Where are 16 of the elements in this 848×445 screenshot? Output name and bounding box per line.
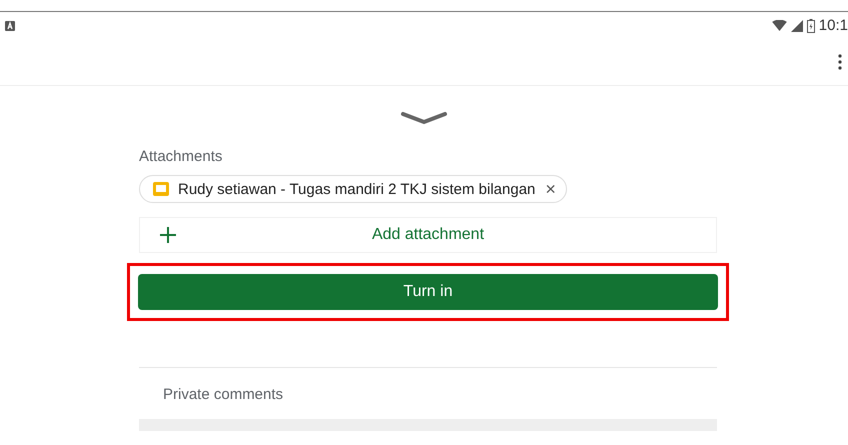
- turn-in-button[interactable]: Turn in: [138, 274, 718, 310]
- attachment-chip[interactable]: Rudy setiawan - Tugas mandiri 2 TKJ sistem bilangan ×: [139, 175, 567, 203]
- notification-icon: [5, 20, 15, 30]
- remove-button[interactable]: ×: [543, 180, 558, 198]
- add-attachment-button[interactable]: Add attachment: [139, 217, 717, 253]
- more-options-icon[interactable]: [838, 54, 842, 70]
- plus-icon: [160, 227, 176, 243]
- battery-icon: [806, 18, 815, 32]
- private-comments-heading: Private comments: [162, 385, 284, 403]
- status-time: 10:1: [818, 17, 848, 34]
- attachments-heading: Attachments: [139, 148, 224, 165]
- signal-icon: [790, 20, 803, 32]
- slides-file-icon: [152, 181, 170, 197]
- attachment-name: Rudy setiawan - Tugas mandiri 2 TKJ sistem bilangan: [178, 180, 536, 198]
- chevron-down-icon[interactable]: [400, 111, 448, 125]
- wifi-icon: [772, 20, 787, 31]
